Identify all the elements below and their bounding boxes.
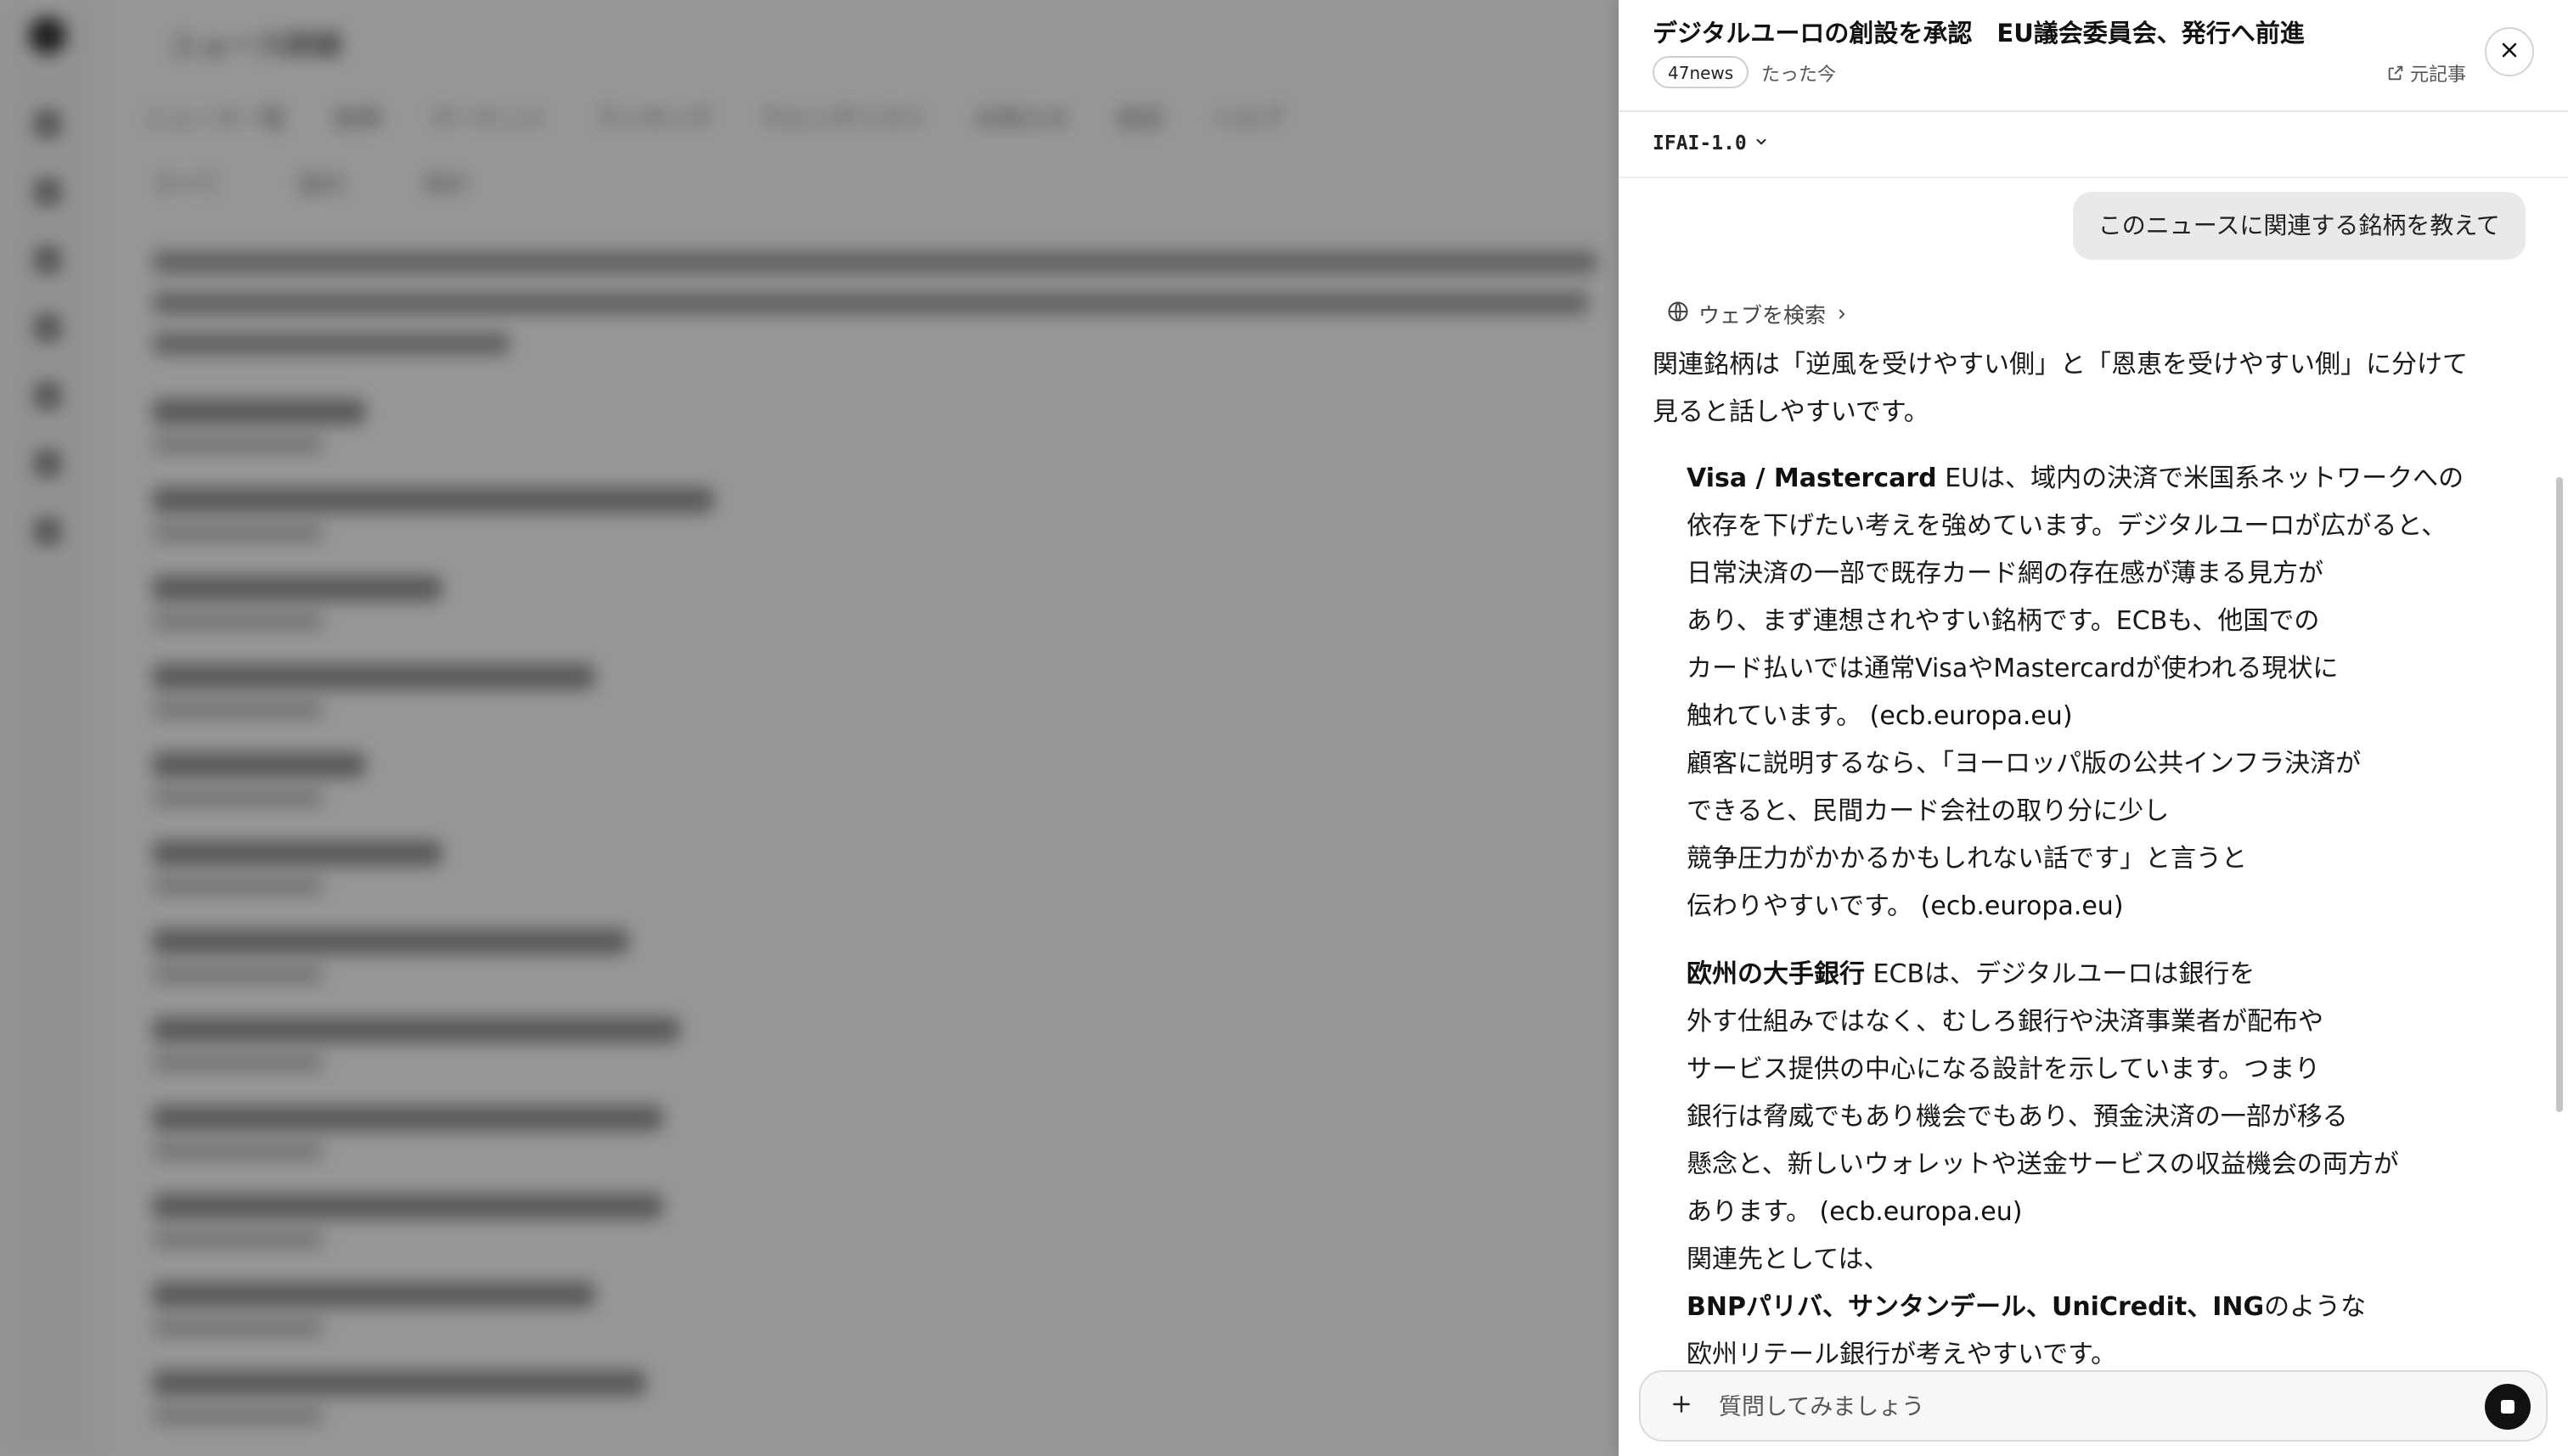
answer-line: 伝わりやすいです。 [1687, 891, 1913, 921]
external-link-icon [2386, 64, 2405, 82]
answer-line: 日常決済の一部で既存カード網の存在感が薄まる見方が [1687, 559, 2323, 588]
chat-composer [1639, 1370, 2548, 1442]
globe-icon [1666, 300, 1690, 329]
answer-line: ECBは、デジタルユーロは銀行を [1865, 959, 2255, 989]
answer-line: 顧客に説明するなら、「ヨーロッパ版の公共インフラ決済が [1687, 749, 2362, 779]
answer-line: 欧州リテール銀行が考えやすいです。 [1687, 1340, 2117, 1367]
screen: ニュース詳細 ニュース一覧 銘柄 マーケット ランキング ウォッチリスト お知ら… [0, 0, 2568, 1456]
answer-section-eu-banks: 欧州の大手銀行 ECBは、デジタルユーロは銀行を 外す仕組みではなく、むしろ銀行… [1687, 951, 2536, 1367]
model-selector[interactable]: IFAI-1.0 [1653, 132, 1769, 155]
close-icon [2499, 40, 2520, 64]
answer-line: 懸念と、新しいウォレットや送金サービスの収益機会の両方が [1687, 1150, 2399, 1179]
original-article-link[interactable]: 元記事 [2386, 59, 2466, 87]
answer-line: のような [2264, 1292, 2367, 1322]
close-button[interactable] [2485, 27, 2534, 76]
original-article-label: 元記事 [2409, 65, 2466, 86]
answer-section-visa-mastercard: Visa / Mastercard EUは、域内の決済で米国系ネットワークへの … [1687, 455, 2536, 930]
article-headline: デジタルユーロの創設を承認 EU議会委員会、発行へ前進 [1653, 19, 2305, 48]
stop-generation-button[interactable] [2485, 1384, 2531, 1430]
answer-line: あります。 [1687, 1197, 1811, 1227]
answer-line: 触れています。 [1687, 701, 1862, 731]
chat-messages[interactable]: このニュースに関連する銘柄を教えて ウェブを検索 関連銘柄は「逆風を受けやすい側… [1619, 178, 2568, 1367]
section-heading: Visa / Mastercard [1687, 464, 1937, 493]
model-name: IFAI-1.0 [1653, 132, 1747, 155]
web-search-toggle[interactable]: ウェブを検索 [1666, 299, 1850, 329]
assistant-answer-intro: 関連銘柄は「逆風を受けやすい側」と「恩恵を受けやすい側」に分けて 見ると話しやす… [1653, 341, 2536, 436]
answer-line: 外す仕組みではなく、むしろ銀行や決済事業者が配布や [1687, 1007, 2323, 1037]
panel-header: デジタルユーロの創設を承認 EU議会委員会、発行へ前進 47news たった今 … [1619, 0, 2568, 112]
modal-backdrop[interactable] [0, 0, 1619, 1456]
answer-line: サービス提供の中心になる設計を示しています。つまり [1687, 1054, 2321, 1084]
user-message-bubble: このニュースに関連する銘柄を教えて [2072, 192, 2526, 260]
background-app: ニュース詳細 ニュース一覧 銘柄 マーケット ランキング ウォッチリスト お知ら… [0, 0, 1619, 1456]
model-bar: IFAI-1.0 [1619, 112, 2568, 178]
answer-line: カード払いでは通常VisaやMastercardが使われる現状に [1687, 654, 2339, 683]
citation-link[interactable]: (ecb.europa.eu) [1870, 701, 2073, 731]
answer-line: 競争圧力がかかるかもしれない話です」と言うと [1687, 844, 2247, 874]
chat-scrollbar[interactable] [2554, 178, 2563, 1367]
answer-line: 銀行は脅威でもあり機会でもあり、預金決済の一部が移る [1687, 1102, 2348, 1132]
chevron-right-icon [1834, 302, 1850, 327]
citation-link[interactable]: (ecb.europa.eu) [1921, 891, 2124, 921]
answer-line: 関連先としては、 [1687, 1245, 1889, 1274]
plus-icon [1670, 1393, 1692, 1419]
chat-input[interactable] [1717, 1387, 2434, 1426]
attach-button[interactable] [1666, 1391, 1697, 1421]
citation-link[interactable]: (ecb.europa.eu) [1820, 1197, 2023, 1227]
answer-line: EUは、域内の決済で米国系ネットワークへの [1936, 464, 2464, 493]
timestamp: たった今 [1761, 65, 1837, 86]
web-search-label: ウェブを検索 [1698, 303, 1827, 328]
section-heading: 欧州の大手銀行 [1687, 959, 1865, 989]
scrollbar-thumb[interactable] [2556, 477, 2563, 1112]
answer-line: 依存を下げたい考えを強めています。デジタルユーロが広がると、 [1687, 511, 2447, 541]
source-badge: 47news [1653, 56, 1749, 88]
answer-line: 見ると話しやすいです。 [1653, 397, 1929, 427]
bank-names: BNPパリバ、サンタンデール、UniCredit、ING [1687, 1292, 2265, 1322]
answer-line: あり、まず連想されやすい銘柄です。ECBも、他国での [1687, 606, 2320, 636]
stop-icon [2501, 1400, 2514, 1414]
answer-line: 関連銘柄は「逆風を受けやすい側」と「恩恵を受けやすい側」に分けて [1653, 350, 2468, 379]
answer-line: できると、民間カード会社の取り分に少し [1687, 796, 2170, 826]
ai-chat-panel: デジタルユーロの創設を承認 EU議会委員会、発行へ前進 47news たった今 … [1619, 0, 2568, 1456]
chevron-down-icon [1754, 132, 1769, 155]
